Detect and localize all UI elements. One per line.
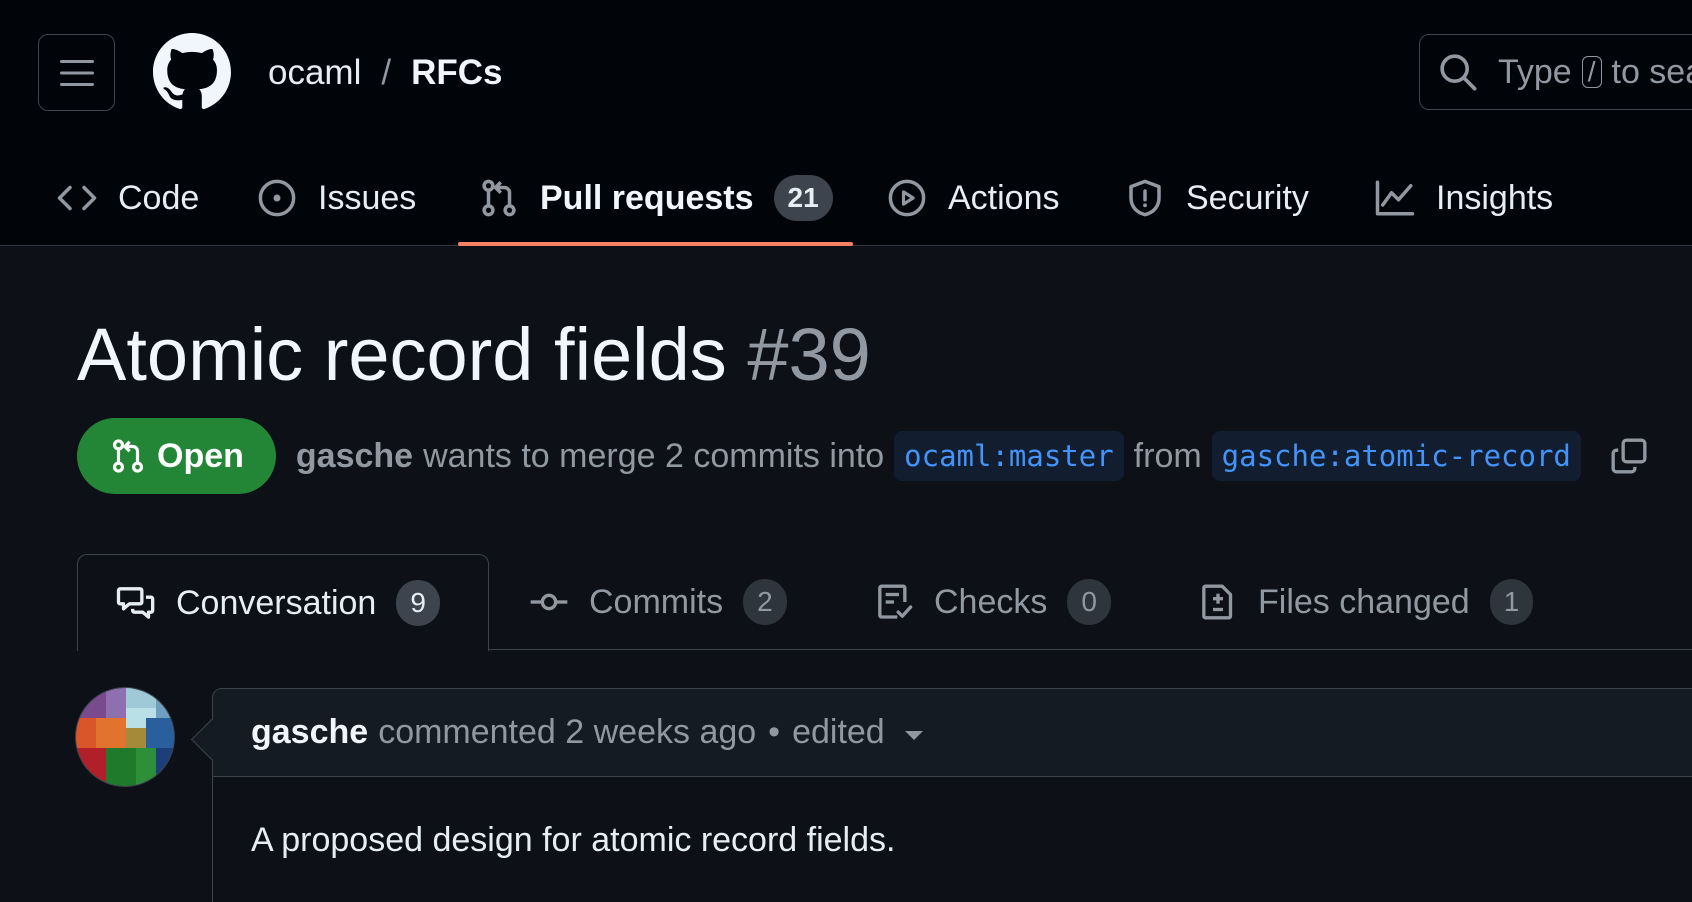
nav-issues-label: Issues [318, 178, 417, 217]
from-text: from [1133, 436, 1202, 475]
pull-requests-count: 21 [773, 175, 833, 221]
tab-files-changed[interactable]: Files changed 1 [1198, 554, 1534, 650]
repo-nav: Code Issues Pull requests 21 Actions Sec… [0, 150, 1692, 246]
nav-pull-requests[interactable]: Pull requests 21 [458, 150, 853, 246]
nav-security-label: Security [1186, 178, 1309, 217]
avatar-image [76, 688, 174, 786]
github-logo-icon[interactable] [153, 33, 231, 111]
tab-conversation[interactable]: Conversation 9 [77, 554, 489, 651]
nav-insights-label: Insights [1436, 178, 1554, 217]
nav-issues[interactable]: Issues [256, 150, 416, 246]
nav-pull-requests-label: Pull requests [540, 178, 754, 217]
git-pull-request-icon [482, 179, 516, 217]
avatar[interactable] [75, 687, 175, 787]
app-header: ocaml / RFCs Type / to search Code Issue… [0, 0, 1692, 246]
file-diff-icon [1202, 584, 1233, 620]
repo-name-link[interactable]: RFCs [411, 53, 502, 93]
pr-title: Atomic record fields #39 [77, 310, 871, 400]
search-shortcut-key: / [1581, 56, 1602, 88]
comment-edited-label[interactable]: edited [792, 713, 885, 752]
comment-separator-dot: • [768, 713, 781, 751]
tab-checks[interactable]: Checks 0 [874, 554, 1111, 650]
tab-commits[interactable]: Commits 2 [529, 554, 787, 650]
nav-code[interactable]: Code [56, 150, 199, 246]
git-pull-request-icon [112, 439, 144, 473]
pr-number: #39 [747, 313, 871, 396]
comment-box: gasche commented 2 weeks ago • edited A … [212, 688, 1692, 902]
comment-author-link[interactable]: gasche [251, 713, 368, 752]
search-input[interactable]: Type / to search [1419, 34, 1692, 110]
comment-timestamp[interactable]: commented 2 weeks ago [378, 713, 756, 752]
checks-count: 0 [1067, 579, 1111, 625]
search-icon [1440, 54, 1477, 91]
comment-discussion-icon [116, 587, 155, 619]
code-icon [57, 185, 97, 211]
files-changed-count: 1 [1489, 579, 1534, 625]
copy-icon[interactable] [1609, 436, 1649, 476]
conversation-count: 9 [396, 580, 440, 626]
comment-body: A proposed design for atomic record fiel… [251, 821, 896, 859]
pr-author-link[interactable]: gasche [296, 437, 413, 476]
comment-header: gasche commented 2 weeks ago • edited [213, 689, 1692, 777]
nav-actions-label: Actions [948, 178, 1060, 217]
chevron-down-icon[interactable] [904, 731, 923, 740]
checklist-icon [878, 584, 913, 619]
nav-insights[interactable]: Insights [1374, 150, 1553, 246]
play-icon [888, 179, 926, 217]
commits-count: 2 [743, 579, 787, 625]
pr-title-text: Atomic record fields [77, 313, 727, 396]
hamburger-menu-button[interactable] [38, 34, 115, 111]
breadcrumb: ocaml / RFCs [268, 50, 503, 96]
nav-code-label: Code [118, 178, 200, 217]
graph-icon [1375, 180, 1415, 216]
tab-files-changed-label: Files changed [1258, 582, 1470, 621]
nav-security[interactable]: Security [1124, 150, 1309, 246]
repo-owner-link[interactable]: ocaml [268, 53, 361, 93]
nav-actions[interactable]: Actions [886, 150, 1060, 246]
shield-icon [1129, 179, 1161, 217]
base-branch[interactable]: ocaml:master [894, 431, 1124, 481]
issue-opened-icon [258, 179, 296, 217]
tab-commits-label: Commits [589, 582, 724, 621]
hamburger-icon [59, 59, 94, 86]
pr-tabs: Conversation 9 Commits 2 Checks 0 Files … [77, 554, 1692, 651]
pr-state-label: Open [157, 436, 244, 475]
head-branch[interactable]: gasche:atomic-record [1211, 431, 1581, 481]
search-placeholder-before: Type [1498, 52, 1572, 91]
pr-state-badge: Open [77, 418, 276, 494]
merge-text: wants to merge 2 commits into [423, 436, 885, 475]
breadcrumb-separator: / [381, 53, 392, 92]
pr-meta: Open gasche wants to merge 2 commits int… [77, 418, 1649, 494]
git-commit-icon [530, 593, 568, 611]
search-placeholder-after: to search [1611, 52, 1692, 91]
tab-conversation-label: Conversation [176, 583, 377, 622]
tab-checks-label: Checks [934, 582, 1048, 621]
